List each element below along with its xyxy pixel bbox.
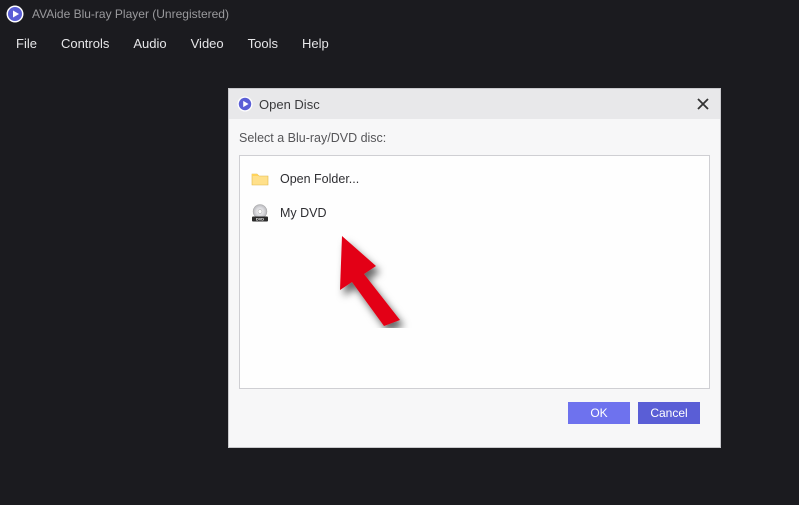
app-title: AVAide Blu-ray Player (Unregistered) — [32, 7, 229, 21]
list-item-my-dvd[interactable]: DVD My DVD — [244, 196, 705, 230]
close-icon[interactable] — [694, 95, 712, 113]
titlebar: AVAide Blu-ray Player (Unregistered) — [0, 0, 799, 28]
cancel-button[interactable]: Cancel — [638, 402, 700, 424]
list-item-label: Open Folder... — [280, 172, 359, 186]
menu-controls[interactable]: Controls — [49, 32, 121, 55]
menu-help[interactable]: Help — [290, 32, 341, 55]
menubar: File Controls Audio Video Tools Help — [0, 28, 799, 58]
svg-text:DVD: DVD — [256, 217, 264, 221]
dialog-title-left: Open Disc — [237, 96, 320, 112]
disc-list: Open Folder... — [239, 155, 710, 389]
list-item-label: My DVD — [280, 206, 327, 220]
folder-icon — [250, 169, 270, 189]
menu-file[interactable]: File — [4, 32, 49, 55]
menu-tools[interactable]: Tools — [236, 32, 290, 55]
app-logo-icon — [6, 5, 24, 23]
dialog-footer: OK Cancel — [239, 389, 710, 437]
dialog-titlebar: Open Disc — [229, 89, 720, 119]
open-disc-dialog: Open Disc Select a Blu-ray/DVD disc: Ope… — [228, 88, 721, 448]
dialog-instruction: Select a Blu-ray/DVD disc: — [239, 131, 710, 145]
ok-button[interactable]: OK — [568, 402, 630, 424]
menu-video[interactable]: Video — [179, 32, 236, 55]
dialog-title: Open Disc — [259, 97, 320, 112]
menu-audio[interactable]: Audio — [121, 32, 178, 55]
dialog-body: Select a Blu-ray/DVD disc: Open Folder..… — [229, 119, 720, 447]
list-item-open-folder[interactable]: Open Folder... — [244, 162, 705, 196]
dvd-icon: DVD — [250, 203, 270, 223]
dialog-logo-icon — [237, 96, 253, 112]
